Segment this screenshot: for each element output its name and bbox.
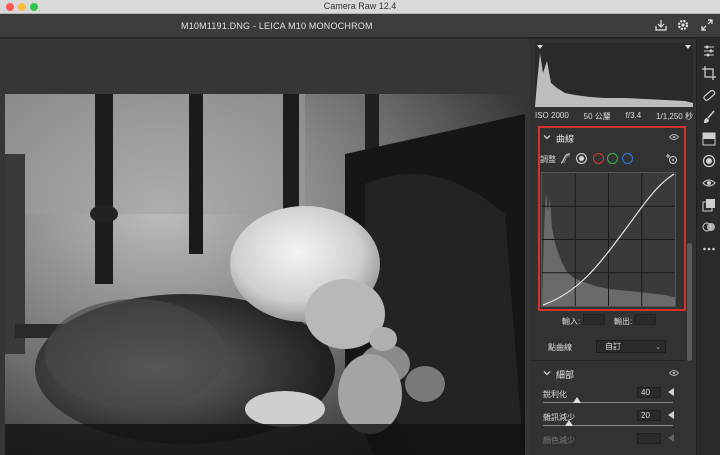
aperture-value: f/3.4 [625, 111, 642, 120]
noise-reduction-reset-icon[interactable] [668, 411, 674, 419]
green-channel-button[interactable] [607, 153, 618, 164]
noise-reduction-value-field[interactable]: 20 [637, 410, 661, 421]
iso-value: ISO 2000 [535, 111, 569, 120]
chevron-down-icon: ⌄ [655, 344, 661, 351]
image-canvas[interactable] [0, 39, 530, 455]
curve-graph[interactable] [541, 172, 676, 307]
focal-length-value: 50 公釐 [583, 112, 611, 121]
healing-bandage-icon[interactable] [702, 88, 716, 102]
blue-channel-button[interactable] [622, 153, 633, 164]
snapshots-icon[interactable] [702, 198, 716, 212]
red-channel-button[interactable] [593, 153, 604, 164]
tool-strip [696, 39, 720, 455]
highlight-clipping-icon[interactable] [685, 45, 691, 49]
detail-section-title[interactable]: 細部 [556, 368, 574, 381]
color-noise-reduction-label: 顏色減少 [543, 436, 575, 445]
shutter-value: 1/1,250 秒 [656, 112, 693, 121]
adjust-label: 調整 [540, 155, 556, 164]
eye-icon[interactable] [669, 133, 679, 141]
histogram [535, 43, 693, 107]
presets-icon[interactable] [702, 220, 716, 234]
sharpening-slider-thumb[interactable] [573, 397, 581, 403]
sharpening-slider-track[interactable] [543, 402, 673, 403]
parametric-curve-icon[interactable] [560, 153, 571, 164]
edit-sliders-icon[interactable] [702, 44, 716, 58]
output-field[interactable] [634, 314, 656, 325]
gear-icon[interactable] [676, 18, 690, 32]
fullscreen-icon[interactable] [700, 18, 714, 32]
header-bar: M10M1191.DNG - LEICA M10 MONOCHROM [0, 14, 720, 38]
brush-icon[interactable] [702, 110, 716, 124]
panel-scrollbar[interactable] [687, 243, 692, 361]
sharpening-reset-icon[interactable] [668, 388, 674, 396]
eye-icon[interactable] [669, 369, 679, 377]
title-bar: Camera Raw 12.4 [0, 0, 720, 14]
crop-icon[interactable] [702, 66, 716, 80]
sharpening-value-field[interactable]: 40 [637, 387, 661, 398]
input-field[interactable] [583, 314, 605, 325]
radial-filter-icon[interactable] [702, 154, 716, 168]
save-image-icon[interactable] [654, 18, 668, 32]
output-label: 輸出: [614, 317, 633, 326]
curve-section-title[interactable]: 曲線 [556, 132, 574, 145]
more-options-icon[interactable] [702, 242, 716, 256]
red-eye-icon[interactable] [702, 176, 716, 190]
point-curve-label: 點曲線 [548, 343, 572, 352]
photo-preview[interactable] [5, 94, 525, 455]
chevron-down-icon[interactable] [543, 133, 551, 141]
point-curve-white-button[interactable] [576, 153, 587, 164]
target-adjustment-icon[interactable] [666, 153, 678, 165]
file-title: M10M1191.DNG - LEICA M10 MONOCHROM [181, 21, 373, 31]
color-noise-reduction-reset-icon [668, 434, 674, 442]
shadow-clipping-icon[interactable] [537, 45, 543, 49]
sharpening-label: 銳利化 [543, 390, 567, 399]
window-title: Camera Raw 12.4 [323, 1, 397, 11]
point-curve-select[interactable]: 自訂 ⌄ [596, 340, 666, 353]
color-noise-reduction-value-field [637, 433, 661, 444]
input-label: 輸入: [562, 317, 581, 326]
noise-reduction-slider-track[interactable] [543, 425, 673, 426]
point-curve-value: 自訂 [605, 342, 621, 351]
divider [530, 360, 686, 361]
chevron-down-icon[interactable] [543, 369, 551, 377]
graduated-filter-icon[interactable] [702, 132, 716, 146]
noise-reduction-slider-thumb[interactable] [565, 420, 573, 426]
exif-info: ISO 2000 50 公釐 f/3.4 1/1,250 秒 [535, 111, 693, 125]
